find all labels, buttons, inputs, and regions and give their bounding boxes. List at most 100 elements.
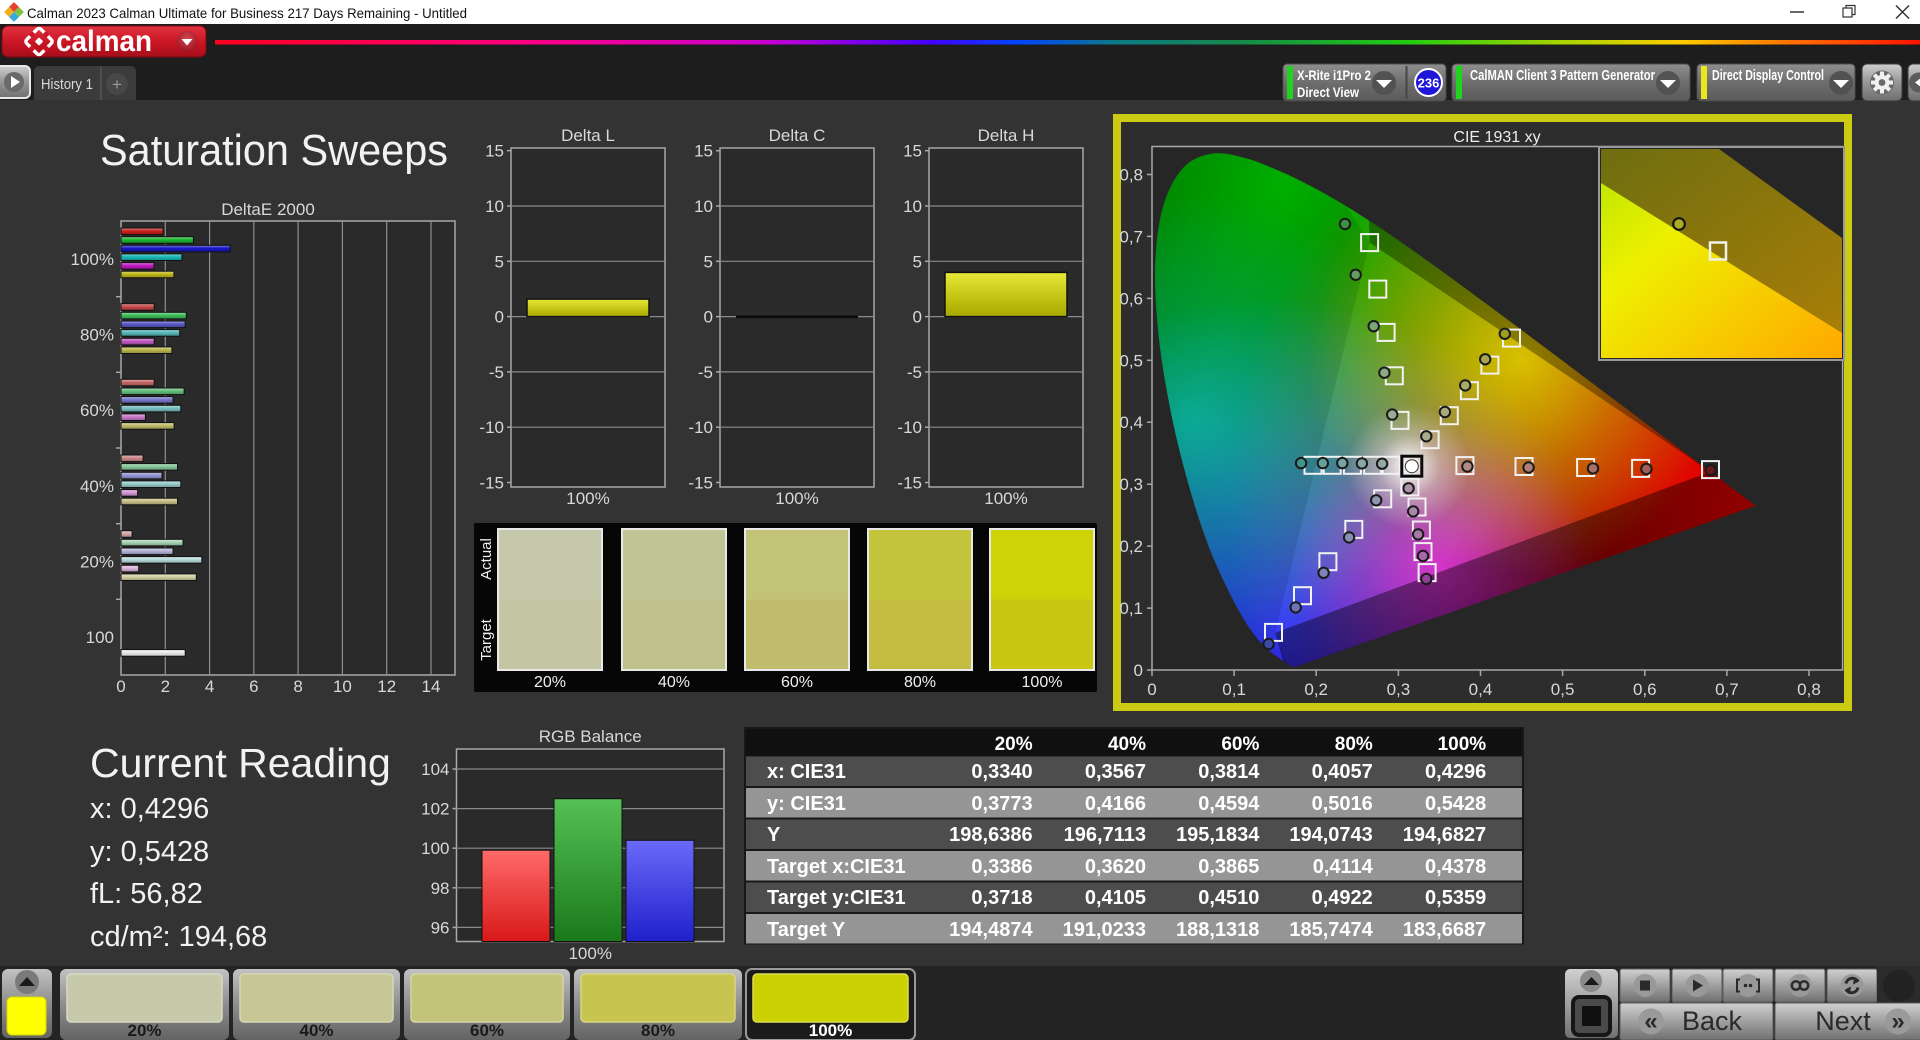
svg-text:20%: 20% bbox=[995, 734, 1033, 755]
svg-text:0,6: 0,6 bbox=[1119, 289, 1143, 308]
svg-text:60%: 60% bbox=[781, 674, 813, 691]
svg-text:20%: 20% bbox=[80, 553, 114, 572]
svg-text:0,5428: 0,5428 bbox=[1425, 793, 1486, 815]
svg-text:x: 0,4296: x: 0,4296 bbox=[90, 793, 209, 825]
svg-text:196,7113: 196,7113 bbox=[1064, 824, 1146, 846]
svg-text:4: 4 bbox=[205, 677, 214, 696]
svg-text:185,7474: 185,7474 bbox=[1289, 919, 1373, 941]
svg-text:Calman 2023 Calman Ultimate fo: Calman 2023 Calman Ultimate for Business… bbox=[27, 5, 467, 21]
svg-text:20%: 20% bbox=[127, 1021, 161, 1040]
svg-text:-10: -10 bbox=[688, 418, 713, 437]
svg-text:0,3773: 0,3773 bbox=[971, 793, 1032, 815]
svg-text:96: 96 bbox=[431, 918, 450, 937]
svg-text:Current Reading: Current Reading bbox=[90, 740, 391, 786]
svg-text:8: 8 bbox=[293, 677, 302, 696]
svg-text:fL: 56,82: fL: 56,82 bbox=[90, 878, 203, 910]
svg-text:100%: 100% bbox=[568, 944, 611, 963]
svg-text:-5: -5 bbox=[698, 363, 713, 382]
svg-text:60%: 60% bbox=[1221, 734, 1259, 755]
svg-text:Target y:CIE31: Target y:CIE31 bbox=[767, 887, 906, 909]
svg-text:Actual: Actual bbox=[478, 538, 495, 580]
svg-text:0,5: 0,5 bbox=[1551, 680, 1575, 699]
svg-text:80%: 80% bbox=[641, 1021, 675, 1040]
svg-text:10: 10 bbox=[485, 197, 504, 216]
svg-text:100%: 100% bbox=[71, 250, 114, 269]
svg-text:-15: -15 bbox=[479, 474, 504, 493]
svg-text:History 1: History 1 bbox=[41, 76, 93, 93]
svg-text:5: 5 bbox=[495, 252, 504, 271]
svg-text:calman: calman bbox=[56, 25, 152, 58]
svg-text:0,4922: 0,4922 bbox=[1312, 887, 1373, 909]
svg-text:40%: 40% bbox=[1108, 734, 1146, 755]
svg-text:0: 0 bbox=[704, 308, 713, 327]
svg-text:102: 102 bbox=[421, 800, 449, 819]
svg-text:0,3386: 0,3386 bbox=[971, 856, 1032, 878]
svg-text:-15: -15 bbox=[897, 474, 922, 493]
svg-text:0,4594: 0,4594 bbox=[1198, 793, 1260, 815]
svg-text:Next: Next bbox=[1815, 1006, 1871, 1036]
svg-text:RGB Balance: RGB Balance bbox=[539, 727, 642, 746]
svg-text:«: « bbox=[1644, 1008, 1657, 1035]
svg-text:100: 100 bbox=[86, 628, 114, 647]
svg-text:0,5: 0,5 bbox=[1119, 351, 1143, 370]
svg-text:Delta C: Delta C bbox=[769, 126, 826, 145]
svg-text:Y: Y bbox=[767, 824, 781, 846]
svg-text:0,4378: 0,4378 bbox=[1425, 856, 1486, 878]
svg-text:194,0743: 194,0743 bbox=[1289, 824, 1372, 846]
svg-text:0,5016: 0,5016 bbox=[1312, 793, 1373, 815]
svg-text:60%: 60% bbox=[80, 401, 114, 420]
svg-text:15: 15 bbox=[485, 142, 504, 161]
svg-text:14: 14 bbox=[422, 677, 441, 696]
svg-text:DeltaE 2000: DeltaE 2000 bbox=[221, 200, 315, 219]
svg-text:0,1: 0,1 bbox=[1119, 599, 1143, 618]
svg-text:104: 104 bbox=[421, 760, 449, 779]
svg-text:15: 15 bbox=[903, 142, 922, 161]
svg-text:Direct View: Direct View bbox=[1297, 84, 1359, 100]
svg-text:183,6687: 183,6687 bbox=[1403, 919, 1486, 941]
svg-text:Target: Target bbox=[478, 618, 495, 661]
svg-text:0,7: 0,7 bbox=[1715, 680, 1739, 699]
svg-text:195,1834: 195,1834 bbox=[1176, 824, 1260, 846]
svg-text:100%: 100% bbox=[1022, 674, 1063, 691]
svg-text:y: CIE31: y: CIE31 bbox=[767, 793, 846, 815]
svg-text:0,4105: 0,4105 bbox=[1085, 887, 1146, 909]
svg-text:194,6827: 194,6827 bbox=[1403, 824, 1486, 846]
svg-text:Target Y: Target Y bbox=[767, 919, 846, 941]
svg-text:CIE 1931 xy: CIE 1931 xy bbox=[1453, 129, 1540, 146]
svg-text:-10: -10 bbox=[897, 418, 922, 437]
svg-text:Target x:CIE31: Target x:CIE31 bbox=[767, 856, 906, 878]
svg-text:10: 10 bbox=[694, 197, 713, 216]
svg-text:100: 100 bbox=[421, 839, 449, 858]
svg-text:-5: -5 bbox=[489, 363, 504, 382]
svg-text:60%: 60% bbox=[470, 1021, 504, 1040]
svg-text:40%: 40% bbox=[80, 477, 114, 496]
svg-text:40%: 40% bbox=[299, 1021, 333, 1040]
svg-text:40%: 40% bbox=[658, 674, 690, 691]
svg-text:Direct Display Control: Direct Display Control bbox=[1712, 68, 1824, 84]
svg-text:0,4296: 0,4296 bbox=[1425, 761, 1486, 783]
svg-text:X-Rite i1Pro 2: X-Rite i1Pro 2 bbox=[1297, 67, 1371, 83]
svg-text:0,4057: 0,4057 bbox=[1312, 761, 1373, 783]
svg-text:0,3340: 0,3340 bbox=[971, 761, 1032, 783]
svg-text:+: + bbox=[112, 75, 122, 94]
svg-text:80%: 80% bbox=[80, 326, 114, 345]
svg-text:Back: Back bbox=[1682, 1006, 1743, 1036]
svg-text:0,8: 0,8 bbox=[1119, 166, 1143, 185]
svg-text:0,3567: 0,3567 bbox=[1085, 761, 1146, 783]
svg-text:cd/m²: 194,68: cd/m²: 194,68 bbox=[90, 921, 267, 953]
svg-text:10: 10 bbox=[333, 677, 352, 696]
svg-text:5: 5 bbox=[704, 252, 713, 271]
svg-text:191,0233: 191,0233 bbox=[1063, 919, 1146, 941]
svg-text:100%: 100% bbox=[566, 489, 609, 508]
svg-text:x: CIE31: x: CIE31 bbox=[767, 761, 846, 783]
svg-text:100%: 100% bbox=[1438, 734, 1487, 755]
svg-text:y: 0,5428: y: 0,5428 bbox=[90, 836, 209, 868]
svg-text:-5: -5 bbox=[907, 363, 922, 382]
svg-text:CalMAN Client 3 Pattern Genera: CalMAN Client 3 Pattern Generator bbox=[1470, 68, 1655, 84]
svg-text:80%: 80% bbox=[904, 674, 936, 691]
svg-text:0: 0 bbox=[116, 677, 125, 696]
svg-text:0,3865: 0,3865 bbox=[1198, 856, 1259, 878]
svg-text:5: 5 bbox=[913, 252, 922, 271]
svg-text:10: 10 bbox=[903, 197, 922, 216]
svg-text:0: 0 bbox=[1134, 661, 1143, 680]
